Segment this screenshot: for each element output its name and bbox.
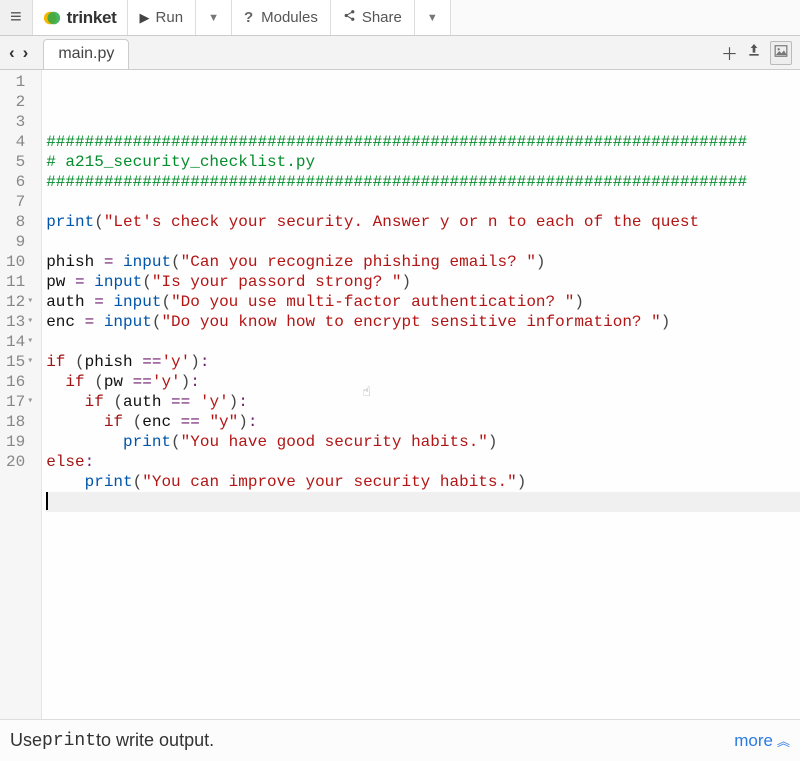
run-label: Run: [156, 9, 184, 26]
hamburger-icon: ≡: [10, 6, 22, 29]
text-cursor: [46, 492, 48, 510]
upload-button[interactable]: [746, 42, 762, 63]
hint-code: print: [42, 731, 96, 751]
tab-bar: ‹ › main.py ＋: [0, 36, 800, 70]
gutter-line: 7: [6, 192, 33, 212]
file-tab[interactable]: main.py: [43, 39, 129, 69]
gutter-line: 11: [6, 272, 33, 292]
logo[interactable]: trinket: [33, 0, 128, 35]
hint-prefix: Use: [10, 730, 42, 751]
code-area[interactable]: ☝ ######################################…: [42, 70, 800, 719]
gutter-line: 16: [6, 372, 33, 392]
gutter-line: 8: [6, 212, 33, 232]
code-line[interactable]: phish = input("Can you recognize phishin…: [46, 252, 800, 272]
menu-button[interactable]: ≡: [0, 0, 33, 35]
more-link[interactable]: more ︽: [734, 731, 790, 751]
tab-nav: ‹ ›: [0, 41, 37, 65]
caret-down-icon: ▼: [427, 12, 438, 24]
code-line[interactable]: [46, 492, 800, 512]
top-toolbar: ≡ trinket ▶ Run ▼ ? Modules Share ▼: [0, 0, 800, 36]
gutter-line: 2: [6, 92, 33, 112]
modules-label: Modules: [261, 9, 318, 26]
code-line[interactable]: enc = input("Do you know how to encrypt …: [46, 312, 800, 332]
gutter-line: 9: [6, 232, 33, 252]
gutter-line: 10: [6, 252, 33, 272]
gutter-line: 12▾: [6, 292, 33, 312]
code-line[interactable]: [46, 232, 800, 252]
share-dropdown-button[interactable]: ▼: [415, 0, 451, 35]
code-line[interactable]: ########################################…: [46, 172, 800, 192]
tab-next-button[interactable]: ›: [20, 41, 32, 65]
gutter-line: 3: [6, 112, 33, 132]
line-gutter: 123456789101112▾13▾14▾15▾1617▾181920: [0, 70, 42, 719]
footer-hint: Use print to write output. more ︽: [0, 719, 800, 761]
code-line[interactable]: else:: [46, 452, 800, 472]
gutter-line: 13▾: [6, 312, 33, 332]
modules-button[interactable]: ? Modules: [232, 0, 331, 35]
code-line[interactable]: [46, 332, 800, 352]
code-line[interactable]: ########################################…: [46, 132, 800, 152]
code-line[interactable]: print("Let's check your security. Answer…: [46, 212, 800, 232]
gutter-line: 17▾: [6, 392, 33, 412]
gutter-line: 19: [6, 432, 33, 452]
code-line[interactable]: if (pw =='y'):: [46, 372, 800, 392]
code-editor[interactable]: 123456789101112▾13▾14▾15▾1617▾181920 ☝ #…: [0, 70, 800, 719]
question-icon: ?: [244, 9, 253, 26]
gutter-line: 14▾: [6, 332, 33, 352]
run-button[interactable]: ▶ Run: [128, 0, 197, 35]
trinket-logo-icon: [43, 9, 61, 27]
code-line[interactable]: pw = input("Is your passord strong? "): [46, 272, 800, 292]
gutter-line: 15▾: [6, 352, 33, 372]
gutter-line: 6: [6, 172, 33, 192]
code-line[interactable]: [46, 192, 800, 212]
share-button[interactable]: Share: [331, 0, 415, 35]
hint-suffix: to write output.: [96, 730, 214, 751]
share-icon: [343, 9, 356, 26]
run-dropdown-button[interactable]: ▼: [196, 0, 232, 35]
gutter-line: 4: [6, 132, 33, 152]
tab-actions: ＋: [721, 40, 800, 65]
add-file-button[interactable]: ＋: [721, 40, 738, 65]
play-icon: ▶: [140, 10, 150, 26]
chevron-up-icon: ︽: [777, 731, 790, 750]
file-tab-label: main.py: [58, 45, 114, 62]
caret-down-icon: ▼: [208, 12, 219, 24]
gutter-line: 5: [6, 152, 33, 172]
share-label: Share: [362, 9, 402, 26]
code-line[interactable]: # a215_security_checklist.py: [46, 152, 800, 172]
code-line[interactable]: if (phish =='y'):: [46, 352, 800, 372]
code-line[interactable]: if (enc == "y"):: [46, 412, 800, 432]
code-line[interactable]: if (auth == 'y'):: [46, 392, 800, 412]
gutter-line: 18: [6, 412, 33, 432]
code-line[interactable]: [46, 512, 800, 532]
logo-text: trinket: [67, 8, 117, 28]
image-button[interactable]: [770, 41, 792, 65]
more-label: more: [734, 731, 773, 751]
tab-prev-button[interactable]: ‹: [6, 41, 18, 65]
gutter-line: 1: [6, 72, 33, 92]
gutter-line: 20: [6, 452, 33, 472]
code-line[interactable]: print("You have good security habits."): [46, 432, 800, 452]
code-line[interactable]: print("You can improve your security hab…: [46, 472, 800, 492]
code-line[interactable]: auth = input("Do you use multi-factor au…: [46, 292, 800, 312]
